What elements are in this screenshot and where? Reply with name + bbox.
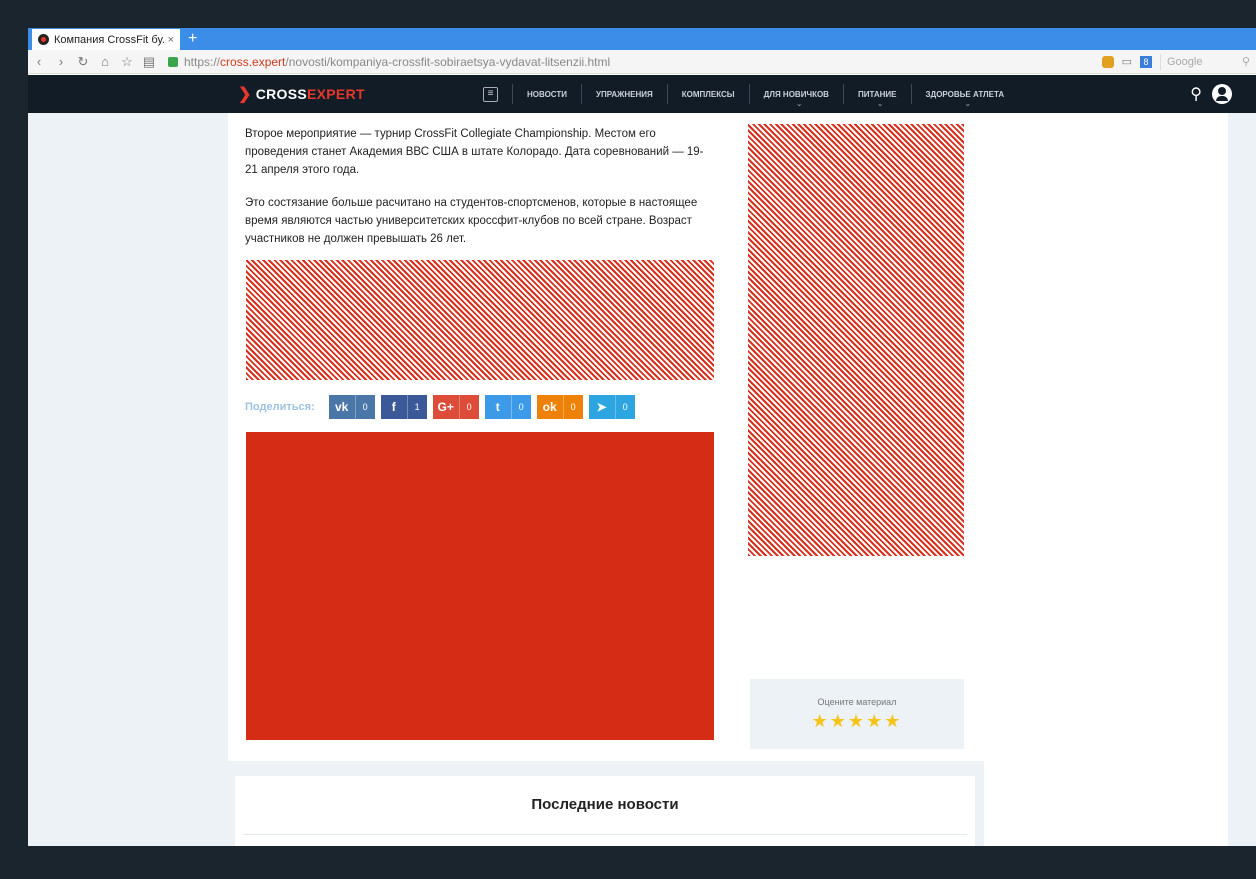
twitter-icon: t [495,400,500,414]
nav-item-beginners[interactable]: ДЛЯ НОВИЧКОВ ⌄ [748,84,843,108]
share-button-twitter[interactable]: t 0 [484,395,531,419]
article-paragraph: Это состязание больше расчитано на студе… [245,197,698,245]
search-input[interactable]: Google ⚲ [1160,53,1250,70]
google-search-engine-icon[interactable]: 8 [1140,55,1152,68]
share-button-facebook[interactable]: f 1 [380,395,427,419]
home-icon[interactable]: ⌂ [94,54,116,69]
chevron-down-icon: ⌄ [964,101,971,108]
rating-label: Оцените материал [817,697,897,707]
tab-close-icon[interactable]: × [168,34,174,46]
new-tab-button[interactable]: + [188,30,197,48]
site-header: ❯ CROSS EXPERT ≡ НОВОСТИ УПРАЖНЕНИЯ КОМПЛ… [28,75,1256,113]
telegram-icon: ➤ [596,400,607,414]
url-prefix: https:// [184,54,221,69]
vk-icon: vk [335,400,349,414]
lock-icon [168,56,178,67]
google-plus-icon: G+ [437,400,454,414]
logo-mark-icon: ❯ [238,86,252,103]
share-count: 0 [354,395,375,419]
share-label: Поделиться: [245,401,315,413]
back-icon[interactable]: ‹ [28,54,50,69]
ad-banner[interactable] [246,260,714,380]
extension-icon[interactable] [1101,55,1114,68]
forward-icon[interactable]: › [50,54,72,69]
user-icon[interactable] [1212,84,1232,104]
star-icon[interactable]: ★ [830,711,848,731]
address-bar: ‹ › ↻ ⌂ ☆ ▤ https://cross.expert/novosti… [28,50,1256,74]
search-placeholder: Google [1167,55,1203,68]
nav-item-exercises[interactable]: УПРАЖНЕНИЯ [581,84,667,104]
bookmark-star-icon[interactable]: ☆ [116,54,138,70]
nav-item-nutrition[interactable]: ПИТАНИЕ ⌄ [842,84,911,108]
latest-news-card: Последние новости [235,776,975,846]
share-button-vk[interactable]: vk 0 [328,395,375,419]
latest-news-title: Последние новости [531,796,679,813]
site-logo[interactable]: ❯ CROSS EXPERT [238,84,365,104]
logo-cross-text: CROSS [255,86,308,102]
rating-widget: Оцените материал ★★★★★ [750,679,964,749]
rating-stars[interactable]: ★★★★★ [750,711,964,732]
share-count: 0 [510,395,531,419]
tab-title: Компания CrossFit бу... [54,33,164,46]
reload-icon[interactable]: ↻ [72,54,94,70]
nav-item-athlete-health-label: ЗДОРОВЬЕ АТЛЕТА [925,89,1005,99]
share-button-google-plus[interactable]: G+ 0 [432,395,479,419]
nav-item-complexes[interactable]: КОМПЛЕКСЫ [666,84,749,104]
odnoklassniki-icon: ok [542,400,557,414]
star-icon[interactable]: ★ [866,711,884,731]
url-field[interactable]: https://cross.expert/novosti/kompaniya-c… [184,55,1102,69]
star-icon[interactable]: ★ [848,711,866,731]
nav-item-news[interactable]: НОВОСТИ [512,84,581,104]
article-paragraph: Второе мероприятие — турнир CrossFit Col… [245,128,704,176]
site-favicon-icon [38,34,49,45]
url-host: cross.expert [220,54,286,69]
divider [243,834,967,835]
share-count: 0 [562,395,583,419]
nav-item-nutrition-label: ПИТАНИЕ [857,89,897,99]
share-count: 0 [458,395,479,419]
reader-icon[interactable]: ▤ [138,54,160,70]
share-bar: Поделиться: vk 0 f 1 G+ 0 t 0 ok 0 ➤ 0 [245,395,641,419]
search-icon[interactable]: ⚲ [1190,84,1202,104]
browser-window: Компания CrossFit бу... × + ‹ › ↻ ⌂ ☆ ▤ … [28,28,1256,846]
browser-tab[interactable]: Компания CrossFit бу... × [32,29,180,50]
share-count: 0 [614,395,635,419]
video-embed[interactable] [246,432,714,740]
menu-icon[interactable]: ≡ [483,86,498,102]
share-button-odnoklassniki[interactable]: ok 0 [536,395,583,419]
reading-list-icon[interactable]: ▭ [1122,55,1132,68]
sidebar-ad-banner[interactable] [748,124,964,556]
facebook-icon: f [391,400,396,414]
search-icon: ⚲ [1241,56,1250,68]
toolbar-right: ▭ 8 Google ⚲ [1101,53,1256,70]
share-button-telegram[interactable]: ➤ 0 [588,395,635,419]
nav-item-athlete-health[interactable]: ЗДОРОВЬЕ АТЛЕТА ⌄ [910,84,1019,108]
header-actions: ⚲ [1190,84,1232,104]
star-icon[interactable]: ★ [884,711,902,731]
tab-strip: Компания CrossFit бу... × + [28,28,1256,50]
logo-expert-text: EXPERT [307,86,365,102]
url-path: /novosti/kompaniya-crossfit-sobiraetsya-… [285,54,611,69]
nav-item-beginners-label: ДЛЯ НОВИЧКОВ [763,89,829,99]
share-count: 1 [406,395,427,419]
star-icon[interactable]: ★ [812,711,830,731]
chevron-down-icon: ⌄ [796,101,803,108]
chevron-down-icon: ⌄ [877,101,884,108]
main-nav: ≡ НОВОСТИ УПРАЖНЕНИЯ КОМПЛЕКСЫ ДЛЯ НОВИЧ… [483,75,1018,113]
